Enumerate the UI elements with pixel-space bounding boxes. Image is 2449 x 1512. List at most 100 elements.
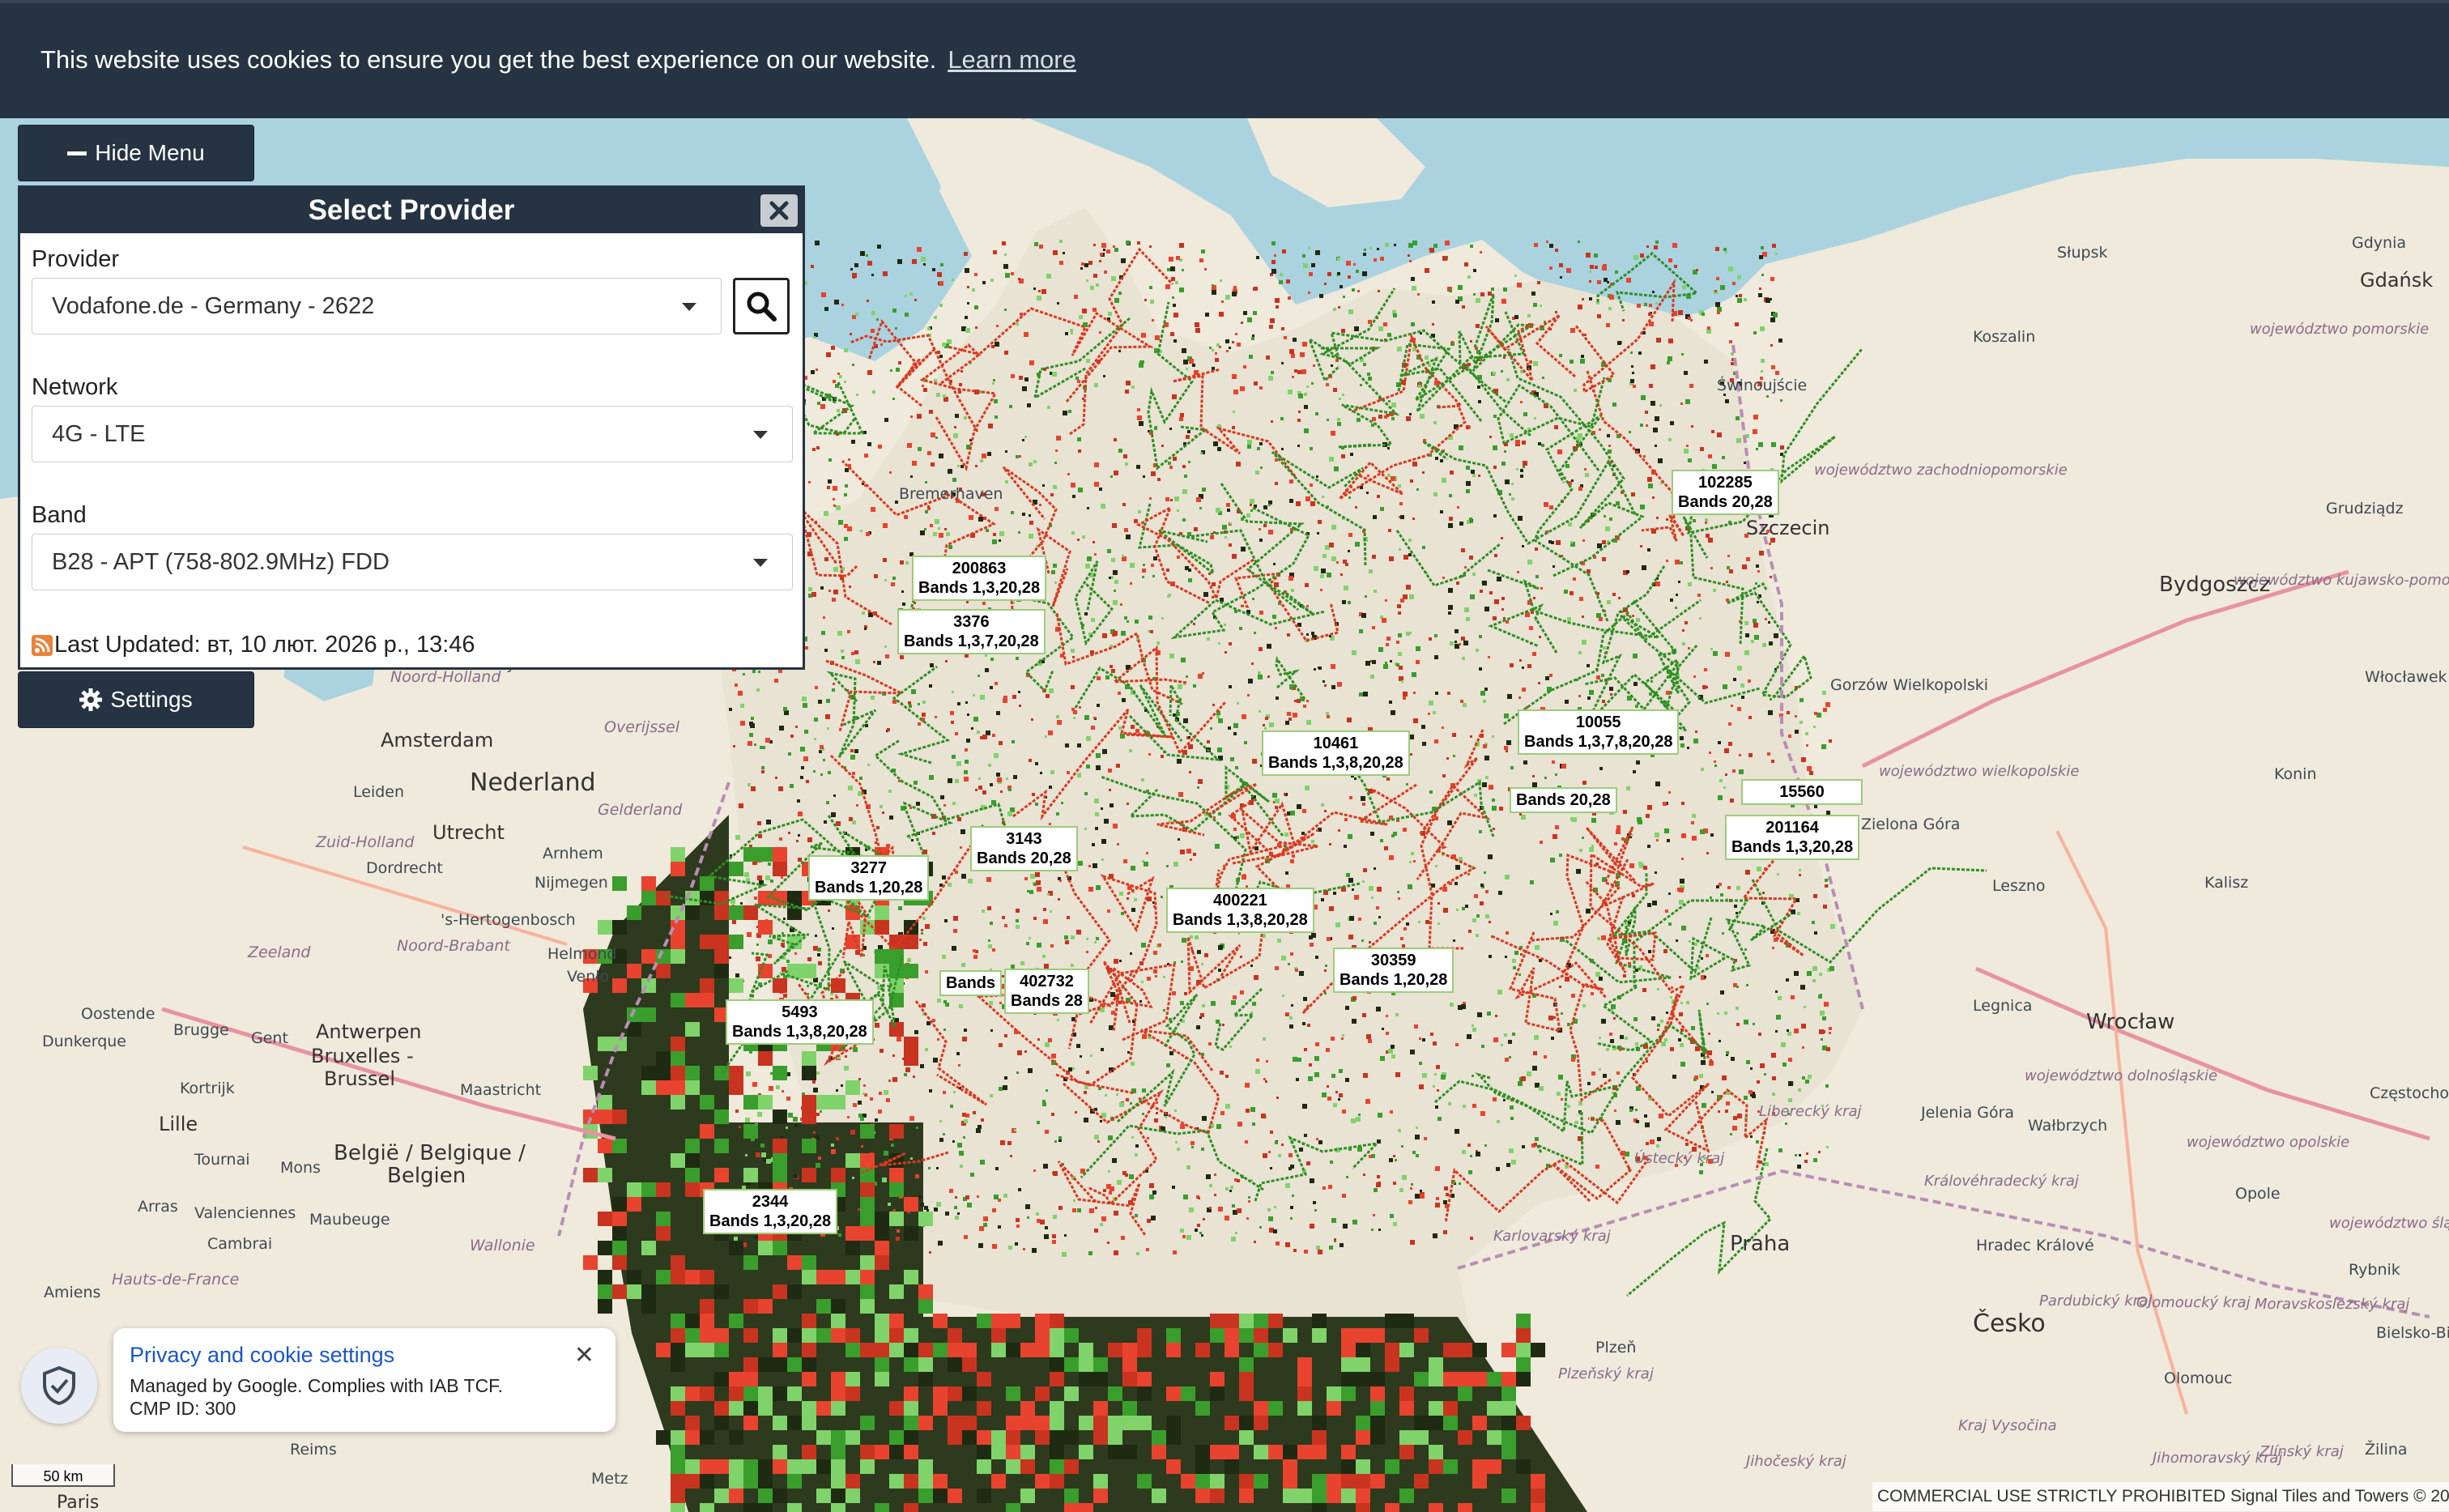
hide-menu-label: Hide Menu xyxy=(95,140,205,165)
label-utrecht: Utrecht xyxy=(432,821,505,844)
tower-label[interactable]: 402732 Bands 28 xyxy=(1004,969,1089,1014)
tower-label[interactable]: 201164 Bands 1,3,20,28 xyxy=(1725,815,1860,860)
label-szczecin: Szczecin xyxy=(1746,517,1829,539)
network-select-value: 4G - LTE xyxy=(52,420,146,447)
label-wloclawek: Włocławek xyxy=(2365,668,2447,686)
label-plzensky: Plzeňský kraj xyxy=(1558,1365,1654,1382)
label-metz: Metz xyxy=(591,1470,628,1488)
label-pardubicky: Pardubický kraj xyxy=(2039,1293,2152,1310)
tower-label[interactable]: Bands xyxy=(939,970,1003,996)
label-kalisz: Kalisz xyxy=(2204,874,2248,892)
label-brussel: Brussel xyxy=(324,1067,395,1090)
label-zuid-holland: Zuid-Holland xyxy=(315,833,415,851)
label-maubeuge: Maubeuge xyxy=(309,1211,390,1229)
label-plzen: Plzeň xyxy=(1595,1339,1636,1357)
label-moravskoslezsky: Moravskoslezský kraj xyxy=(2255,1296,2409,1313)
tower-label[interactable]: 2344 Bands 1,3,20,28 xyxy=(703,1189,838,1234)
label-gelderland: Gelderland xyxy=(598,801,683,819)
network-select[interactable]: 4G - LTE xyxy=(32,406,793,462)
search-button[interactable] xyxy=(733,278,790,334)
settings-button[interactable]: Settings xyxy=(18,671,254,728)
label-gorzow: Gorzów Wielkopolski xyxy=(1830,676,1988,694)
label-arnhem: Arnhem xyxy=(543,845,603,862)
chevron-down-icon xyxy=(753,559,768,567)
cookie-message-text: This website uses cookies to ensure you … xyxy=(40,45,937,74)
label-hradec: Hradec Králové xyxy=(1976,1237,2094,1254)
label-koszalin: Koszalin xyxy=(1973,328,2035,346)
label-belgien: Belgien xyxy=(387,1164,466,1188)
close-privacy-button[interactable]: ✕ xyxy=(574,1341,594,1369)
label-liberecky: Liberecký kraj xyxy=(1759,1103,1862,1120)
label-mons: Mons xyxy=(280,1159,321,1177)
label-zilina: Žilina xyxy=(2365,1440,2408,1459)
label-reims: Reims xyxy=(290,1441,337,1459)
tower-label[interactable]: 15560 xyxy=(1741,779,1863,805)
network-label: Network xyxy=(32,374,118,400)
tower-label[interactable]: 10461 Bands 1,3,8,20,28 xyxy=(1262,730,1410,776)
cookie-message: This website uses cookies to ensure you … xyxy=(40,45,1076,75)
label-bruxelles: Bruxelles - xyxy=(311,1045,414,1067)
last-updated-text: Last Updated: вт, 10 лют. 2026 р., 13:46 xyxy=(54,632,475,658)
label-praha: Praha xyxy=(1730,1232,1790,1256)
tower-label[interactable]: 3376 Bands 1,3,7,20,28 xyxy=(897,609,1046,654)
label-kralovehradecky: Královéhradecký kraj xyxy=(1924,1173,2079,1190)
label-amiens: Amiens xyxy=(44,1284,100,1301)
privacy-title-link[interactable]: Privacy and cookie settings xyxy=(130,1343,394,1368)
tower-label[interactable]: 5493 Bands 1,3,8,20,28 xyxy=(726,999,874,1045)
provider-select[interactable]: Vodafone.de - Germany - 2622 xyxy=(32,278,722,334)
label-olomouc: Olomouc xyxy=(2164,1369,2232,1387)
label-wallonie: Wallonie xyxy=(470,1237,535,1254)
last-updated: Last Updated: вт, 10 лют. 2026 р., 13:46 xyxy=(32,632,475,658)
label-kraj-vysocina: Kraj Vysočina xyxy=(1958,1417,2057,1434)
panel-title: Select Provider xyxy=(308,194,515,226)
band-select[interactable]: B28 - APT (758-802.9MHz) FDD xyxy=(32,534,793,590)
label-opolskie: województwo opolskie xyxy=(2187,1134,2349,1151)
label-opole: Opole xyxy=(2235,1185,2281,1203)
panel-header: Select Provider xyxy=(20,188,803,233)
label-belgie: België / Belgique / xyxy=(334,1141,526,1165)
label-gdynia: Gdynia xyxy=(2352,234,2406,252)
tower-label[interactable]: 3143 Bands 20,28 xyxy=(970,826,1078,871)
rss-icon[interactable] xyxy=(32,634,53,656)
map-scale: 50 km xyxy=(11,1464,115,1487)
tower-label[interactable]: 200863 Bands 1,3,20,28 xyxy=(912,556,1047,601)
label-cesko: Česko xyxy=(1973,1308,2046,1338)
label-walbrzych: Wałbrzych xyxy=(2028,1117,2107,1135)
tower-label[interactable]: 3277 Bands 1,20,28 xyxy=(808,855,930,901)
label-jihocesky: Jihočeský kraj xyxy=(1744,1453,1846,1470)
label-dordrecht: Dordrecht xyxy=(366,859,443,877)
label-leszno: Leszno xyxy=(1992,877,2045,895)
label-nijmegen: Nijmegen xyxy=(535,874,608,892)
label-tournai: Tournai xyxy=(194,1151,250,1169)
privacy-settings-button[interactable] xyxy=(21,1348,97,1424)
settings-label: Settings xyxy=(110,687,193,712)
tower-label[interactable]: 400221 Bands 1,3,8,20,28 xyxy=(1166,888,1314,933)
label-maastricht: Maastricht xyxy=(460,1081,541,1099)
label-ustecky: Ústecký kraj xyxy=(1634,1149,1724,1167)
tower-label[interactable]: 102285 Bands 20,28 xyxy=(1672,470,1779,515)
label-zlinsky: Zlínský kraj xyxy=(2259,1443,2344,1460)
tower-label[interactable]: 10055 Bands 1,3,7,8,20,28 xyxy=(1518,709,1680,755)
provider-label: Provider xyxy=(32,246,119,272)
tower-label[interactable]: 30359 Bands 1,20,28 xyxy=(1333,948,1454,993)
hide-menu-button[interactable]: Hide Menu xyxy=(18,125,254,181)
label-czestochowa: Częstochowa xyxy=(2370,1084,2449,1102)
label-slaskie: województwo śląskie xyxy=(2329,1215,2449,1232)
label-swinoujscie: Świnoujście xyxy=(1717,375,1807,394)
label-rybnik: Rybnik xyxy=(2349,1261,2400,1279)
tower-label[interactable]: Bands 20,28 xyxy=(1510,787,1617,813)
label-amsterdam: Amsterdam xyxy=(381,729,493,752)
close-icon xyxy=(769,201,789,220)
band-label: Band xyxy=(32,502,87,528)
learn-more-link[interactable]: Learn more xyxy=(948,45,1076,74)
shield-icon xyxy=(43,1365,75,1406)
close-panel-button[interactable] xyxy=(760,194,798,227)
label-paris: Paris xyxy=(57,1493,99,1512)
privacy-popup: Privacy and cookie settings Managed by G… xyxy=(113,1328,615,1432)
band-select-value: B28 - APT (758-802.9MHz) FDD xyxy=(52,548,390,575)
label-zachodniopomorskie: województwo zachodniopomorskie xyxy=(1814,462,2068,479)
privacy-managed-text: Managed by Google. Complies with IAB TCF… xyxy=(130,1375,504,1396)
label-dunkerque: Dunkerque xyxy=(42,1033,126,1050)
label-s-hertogenbosch: 's-Hertogenbosch xyxy=(441,911,576,929)
label-karlovarsky: Karlovarský kraj xyxy=(1493,1228,1611,1245)
